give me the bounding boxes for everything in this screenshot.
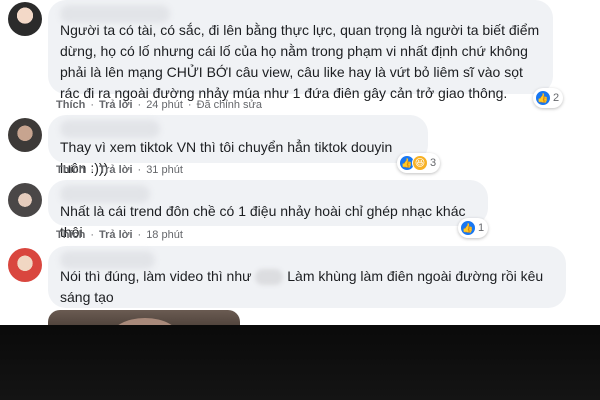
avatar[interactable] bbox=[8, 118, 42, 152]
comment-bubble: Người ta có tài, có sắc, đi lên bằng thự… bbox=[48, 0, 553, 101]
comment-text: Nói thì đúng, làm video thì như Làm khùn… bbox=[60, 266, 554, 308]
reply-link[interactable]: Trả lời bbox=[99, 229, 133, 241]
reply-link[interactable]: Trả lời bbox=[99, 99, 133, 111]
avatar[interactable] bbox=[8, 248, 42, 282]
author-name-redacted bbox=[60, 251, 155, 269]
author-name-redacted bbox=[60, 5, 170, 23]
author-name-redacted bbox=[60, 185, 150, 203]
avatar[interactable] bbox=[8, 183, 42, 217]
like-link[interactable]: Thích bbox=[56, 229, 85, 241]
comment-text: Người ta có tài, có sắc, đi lên bằng thự… bbox=[60, 22, 544, 101]
reply-link[interactable]: Trả lời bbox=[99, 164, 133, 176]
haha-reaction-icon: 😆 bbox=[412, 155, 428, 171]
like-link[interactable]: Thích bbox=[56, 99, 85, 111]
comment-bubble: Nói thì đúng, làm video thì như Làm khùn… bbox=[48, 246, 566, 308]
like-reaction-icon: 👍 bbox=[460, 220, 476, 236]
reaction-count: 1 bbox=[478, 222, 485, 234]
redacted-word bbox=[255, 269, 284, 286]
comment-bubble: Nhất là cái trend đôn chề có 1 điệu nhảy… bbox=[48, 180, 488, 240]
timestamp[interactable]: 31 phút bbox=[146, 164, 183, 176]
comment-text-part-1: Nói thì đúng, làm video thì như bbox=[60, 268, 252, 284]
like-link[interactable]: Thích bbox=[56, 164, 85, 176]
avatar[interactable] bbox=[8, 2, 42, 36]
comment-bubble: Thay vì xem tiktok VN thì tôi chuyển hẳn… bbox=[48, 115, 428, 176]
video-frame-bottom bbox=[0, 325, 600, 400]
reaction-summary[interactable]: 👍 😆 3 bbox=[397, 153, 441, 173]
comment-actions: Thích · Trả lời · 31 phút bbox=[56, 164, 183, 176]
comment-actions: Thích · Trả lời · 24 phút · Đã chỉnh sửa bbox=[56, 99, 263, 111]
reaction-summary[interactable]: 👍 1 bbox=[458, 218, 489, 238]
comment-actions: Thích · Trả lời · 18 phút bbox=[56, 229, 183, 241]
like-reaction-icon: 👍 bbox=[535, 90, 551, 106]
author-name-redacted bbox=[60, 120, 160, 138]
reaction-count: 3 bbox=[430, 157, 437, 169]
timestamp[interactable]: 24 phút bbox=[146, 99, 183, 111]
edited-label: Đã chỉnh sửa bbox=[196, 99, 263, 111]
timestamp[interactable]: 18 phút bbox=[146, 229, 183, 241]
reaction-summary[interactable]: 👍 2 bbox=[533, 88, 564, 108]
reaction-count: 2 bbox=[553, 92, 560, 104]
